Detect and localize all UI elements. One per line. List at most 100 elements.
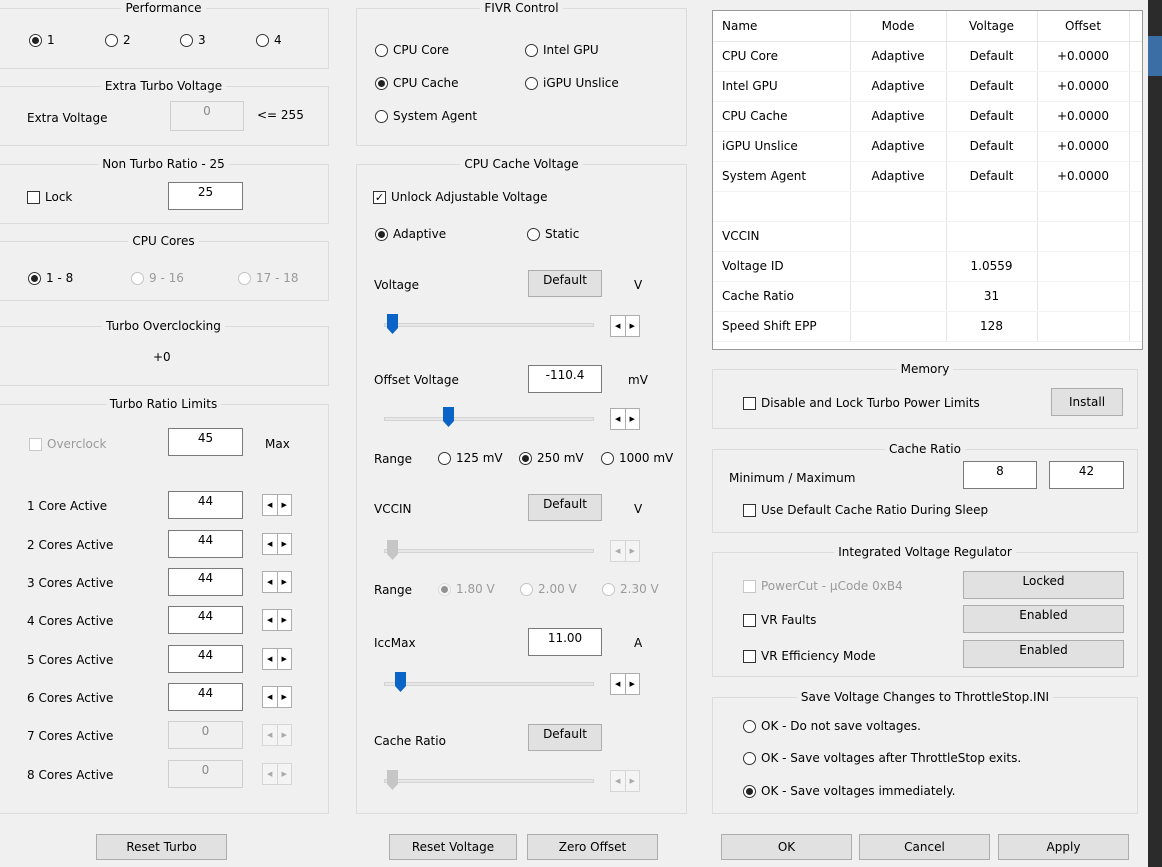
turbo-row-spin-buttons[interactable]: ◀ ▶ <box>262 533 292 555</box>
spin-right-icon[interactable]: ▶ <box>626 316 640 336</box>
turbo-row-spin-buttons[interactable]: ◀ ▶ <box>262 763 292 785</box>
turbo-row-value-input[interactable]: 44 <box>168 530 243 558</box>
powercut-checkbox[interactable]: PowerCut - µCode 0xB4 <box>743 579 903 593</box>
range-radio-125[interactable]: 125 mV <box>438 451 503 465</box>
vccin-spin-buttons[interactable]: ◀ ▶ <box>610 540 640 562</box>
extra-voltage-input[interactable]: 0 <box>170 101 244 131</box>
spin-right-icon[interactable]: ▶ <box>278 687 292 707</box>
table-row[interactable]: System Agent Adaptive Default +0.0000 <box>713 161 1142 192</box>
fivr-radio-cpu-cache[interactable]: CPU Cache <box>375 76 459 90</box>
voltage-slider-track[interactable] <box>384 323 594 327</box>
spin-right-icon[interactable]: ▶ <box>626 771 640 791</box>
table-row[interactable]: VCCIN <box>713 221 1142 252</box>
cache-ratio-min-input[interactable]: 8 <box>963 461 1037 489</box>
table-row[interactable]: Voltage ID 1.0559 <box>713 251 1142 282</box>
turbo-row-spin-buttons[interactable]: ◀ ▶ <box>262 724 292 746</box>
overclock-ratio-input[interactable]: 45 <box>168 428 243 456</box>
save-radio-after-exit[interactable]: OK - Save voltages after ThrottleStop ex… <box>743 751 1021 765</box>
spin-left-icon[interactable]: ◀ <box>263 534 278 554</box>
default-cache-ratio-sleep-checkbox[interactable]: Use Default Cache Ratio During Sleep <box>743 503 988 517</box>
spin-left-icon[interactable]: ◀ <box>263 495 278 515</box>
overclock-checkbox[interactable]: Overclock <box>29 437 106 451</box>
offset-slider-track[interactable] <box>384 417 594 421</box>
table-row[interactable]: iGPU Unslice Adaptive Default +0.0000 <box>713 131 1142 162</box>
spin-right-icon[interactable]: ▶ <box>278 725 292 745</box>
spin-left-icon[interactable]: ◀ <box>263 572 278 592</box>
install-button[interactable]: Install <box>1051 388 1123 416</box>
adaptive-radio[interactable]: Adaptive <box>375 227 446 241</box>
turbo-row-spin-buttons[interactable]: ◀ ▶ <box>262 571 292 593</box>
spin-left-icon[interactable]: ◀ <box>263 610 278 630</box>
fivr-radio-igpu-unslice[interactable]: iGPU Unslice <box>525 76 619 90</box>
turbo-row-value-input[interactable]: 44 <box>168 683 243 711</box>
spin-right-icon[interactable]: ▶ <box>278 534 292 554</box>
vr-efficiency-status-box[interactable]: Enabled <box>963 640 1124 668</box>
iccmax-slider-thumb[interactable] <box>395 672 406 692</box>
vr-faults-status-box[interactable]: Enabled <box>963 605 1124 633</box>
header-name[interactable]: Name <box>713 11 851 42</box>
table-row[interactable]: CPU Core Adaptive Default +0.0000 <box>713 41 1142 72</box>
range-radio-250[interactable]: 250 mV <box>519 451 584 465</box>
spin-right-icon[interactable]: ▶ <box>278 572 292 592</box>
vccin-slider-thumb[interactable] <box>387 540 398 560</box>
spin-left-icon[interactable]: ◀ <box>611 674 626 694</box>
table-row[interactable]: CPU Cache Adaptive Default +0.0000 <box>713 101 1142 132</box>
fivr-radio-system-agent[interactable]: System Agent <box>375 109 477 123</box>
turbo-row-spin-buttons[interactable]: ◀ ▶ <box>262 609 292 631</box>
performance-radio-1[interactable]: 1 <box>29 33 55 47</box>
cores-radio-1-8[interactable]: 1 - 8 <box>28 271 73 285</box>
vccin-range-radio-180[interactable]: 1.80 V <box>438 582 495 596</box>
spin-right-icon[interactable]: ▶ <box>278 495 292 515</box>
spin-left-icon[interactable]: ◀ <box>263 764 278 784</box>
offset-slider-thumb[interactable] <box>443 407 454 427</box>
vccin-value-box[interactable]: Default <box>528 494 602 521</box>
header-offset[interactable]: Offset <box>1037 11 1130 42</box>
vr-faults-checkbox[interactable]: VR Faults <box>743 613 816 627</box>
unlock-voltage-checkbox[interactable]: ✓ Unlock Adjustable Voltage <box>373 190 547 204</box>
spin-left-icon[interactable]: ◀ <box>263 649 278 669</box>
vccin-slider-track[interactable] <box>384 549 594 553</box>
vr-efficiency-checkbox[interactable]: VR Efficiency Mode <box>743 649 876 663</box>
cache-ratio-value-box[interactable]: Default <box>528 724 602 751</box>
iccmax-input[interactable]: 11.00 <box>528 628 602 656</box>
header-mode[interactable]: Mode <box>850 11 947 42</box>
save-radio-immediately[interactable]: OK - Save voltages immediately. <box>743 784 955 798</box>
disable-turbo-power-checkbox[interactable]: Disable and Lock Turbo Power Limits <box>743 396 980 410</box>
header-voltage[interactable]: Voltage <box>946 11 1038 42</box>
offset-spin-buttons[interactable]: ◀ ▶ <box>610 408 640 430</box>
voltage-value-box[interactable]: Default <box>528 270 602 297</box>
turbo-row-value-input[interactable]: 44 <box>168 491 243 519</box>
fivr-radio-intel-gpu[interactable]: Intel GPU <box>525 43 599 57</box>
spin-left-icon[interactable]: ◀ <box>611 409 626 429</box>
performance-radio-2[interactable]: 2 <box>105 33 131 47</box>
iccmax-slider-track[interactable] <box>384 682 594 686</box>
turbo-row-value-input[interactable]: 44 <box>168 645 243 673</box>
vccin-range-radio-230[interactable]: 2.30 V <box>602 582 659 596</box>
fivr-radio-cpu-core[interactable]: CPU Core <box>375 43 449 57</box>
spin-left-icon[interactable]: ◀ <box>611 316 626 336</box>
spin-left-icon[interactable]: ◀ <box>611 771 626 791</box>
turbo-row-value-input[interactable]: 44 <box>168 606 243 634</box>
spin-right-icon[interactable]: ▶ <box>278 610 292 630</box>
performance-radio-4[interactable]: 4 <box>256 33 282 47</box>
cores-radio-9-16[interactable]: 9 - 16 <box>131 271 184 285</box>
turbo-row-spin-buttons[interactable]: ◀ ▶ <box>262 494 292 516</box>
cache-ratio-slider-thumb[interactable] <box>387 770 398 790</box>
spin-left-icon[interactable]: ◀ <box>611 541 626 561</box>
performance-radio-3[interactable]: 3 <box>180 33 206 47</box>
turbo-row-spin-buttons[interactable]: ◀ ▶ <box>262 686 292 708</box>
offset-voltage-input[interactable]: -110.4 <box>528 365 602 393</box>
cores-radio-17-18[interactable]: 17 - 18 <box>238 271 299 285</box>
cancel-button[interactable]: Cancel <box>859 834 990 860</box>
turbo-row-value-input[interactable]: 0 <box>168 721 243 749</box>
reset-turbo-button[interactable]: Reset Turbo <box>96 834 227 860</box>
range-radio-1000[interactable]: 1000 mV <box>601 451 673 465</box>
table-row[interactable] <box>713 191 1142 222</box>
reset-voltage-button[interactable]: Reset Voltage <box>389 834 517 860</box>
spin-right-icon[interactable]: ▶ <box>626 409 640 429</box>
lock-checkbox[interactable]: Lock <box>27 190 72 204</box>
turbo-row-value-input[interactable]: 44 <box>168 568 243 596</box>
spin-right-icon[interactable]: ▶ <box>278 649 292 669</box>
save-radio-do-not-save[interactable]: OK - Do not save voltages. <box>743 719 921 733</box>
cache-ratio-spin-buttons[interactable]: ◀ ▶ <box>610 770 640 792</box>
